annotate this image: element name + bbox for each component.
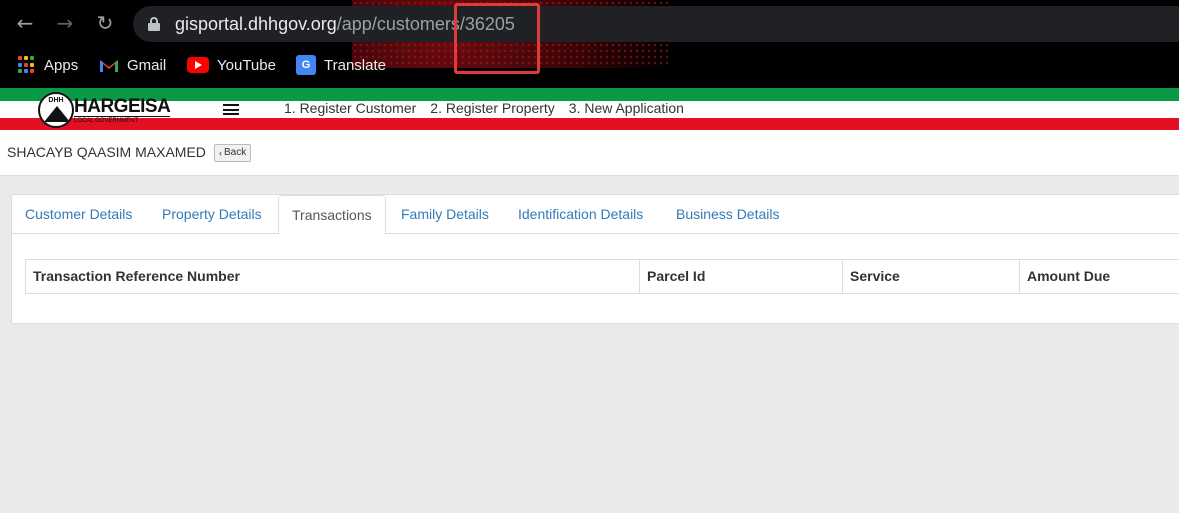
tab-property-details[interactable]: Property Details	[149, 195, 275, 234]
tab-business-details[interactable]: Business Details	[663, 195, 793, 234]
hargeisa-logo[interactable]: DHH HARGEISA LOCAL GOVERNMENT	[38, 92, 171, 128]
bookmark-youtube[interactable]: YouTube	[187, 52, 276, 78]
bookmark-translate[interactable]: G Translate	[296, 52, 386, 78]
gmail-icon	[100, 59, 118, 72]
back-arrow-icon[interactable]: ←	[12, 10, 38, 36]
lock-icon	[148, 17, 160, 31]
hamburger-menu-icon[interactable]	[223, 104, 239, 115]
back-button[interactable]: ‹ Back	[214, 144, 252, 162]
bookmark-apps[interactable]: Apps	[18, 52, 78, 78]
bookmarks-bar: Apps Gmail YouTube G Translate	[0, 52, 1179, 78]
customer-header: SHACAYB QAASIM MAXAMED ‹ Back	[0, 130, 1179, 176]
bookmark-label: Translate	[324, 56, 386, 74]
tab-family-details[interactable]: Family Details	[388, 195, 502, 234]
youtube-icon	[187, 57, 209, 73]
customer-name: SHACAYB QAASIM MAXAMED	[7, 144, 206, 160]
top-menu: 1. Register Customer 2. Register Propert…	[284, 100, 684, 116]
bookmark-label: YouTube	[217, 56, 276, 74]
column-header-service[interactable]: Service	[843, 260, 1020, 293]
menu-register-customer[interactable]: 1. Register Customer	[284, 100, 416, 116]
back-button-label: Back	[224, 147, 247, 158]
url-host: gisportal.dhhgov.org	[175, 14, 337, 34]
logo-emblem-icon: DHH	[38, 92, 74, 128]
apps-grid-icon	[18, 56, 36, 74]
column-header-amount-due[interactable]: Amount Due	[1020, 260, 1179, 293]
forward-arrow-icon[interactable]: →	[52, 10, 78, 36]
flag-stripe-red	[0, 118, 1179, 130]
column-header-transaction-ref[interactable]: Transaction Reference Number	[26, 260, 640, 293]
menu-new-application[interactable]: 3. New Application	[569, 100, 684, 116]
bookmark-gmail[interactable]: Gmail	[99, 52, 166, 78]
tab-transactions[interactable]: Transactions	[278, 195, 386, 235]
logo-title: HARGEISA	[74, 95, 171, 117]
tab-bar: Customer Details Property Details Transa…	[12, 195, 1179, 235]
customer-details-card: Customer Details Property Details Transa…	[11, 194, 1179, 324]
column-header-parcel-id[interactable]: Parcel Id	[640, 260, 843, 293]
menu-register-property[interactable]: 2. Register Property	[430, 100, 555, 116]
google-translate-icon: G	[296, 55, 316, 75]
bookmark-label: Apps	[44, 56, 79, 74]
address-bar[interactable]: gisportal.dhhgov.org/app/customers/36205	[133, 6, 1179, 42]
bookmark-label: Gmail	[127, 56, 167, 74]
browser-chrome: ← → ↻ gisportal.dhhgov.org/app/customers…	[0, 0, 1179, 88]
tab-customer-details[interactable]: Customer Details	[12, 195, 145, 234]
transactions-table: Transaction Reference Number Parcel Id S…	[25, 259, 1179, 294]
reload-icon[interactable]: ↻	[92, 10, 118, 36]
chevron-left-icon: ‹	[219, 148, 222, 158]
app-header: DHH HARGEISA LOCAL GOVERNMENT 1. Registe…	[0, 88, 1179, 130]
tab-identification-details[interactable]: Identification Details	[505, 195, 656, 234]
logo-subtitle: LOCAL GOVERNMENT	[74, 115, 171, 124]
logo-badge-text: DHH	[48, 97, 64, 104]
